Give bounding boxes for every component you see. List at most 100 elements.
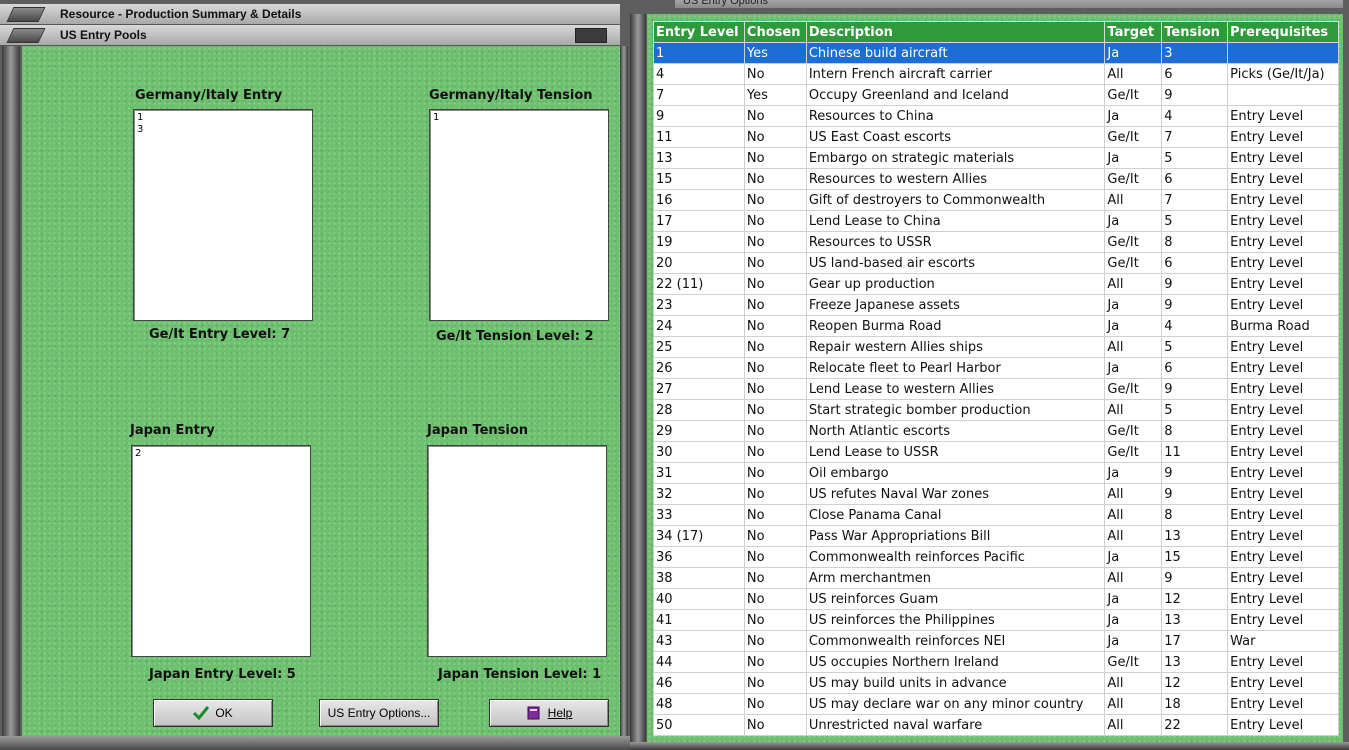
- tension-cell: 9: [1161, 462, 1229, 484]
- table-row[interactable]: 41 No US reinforces the Philippines Ja 13 Ent…: [653, 609, 1339, 631]
- jp-entry-list[interactable]: 2: [131, 445, 311, 657]
- tension-cell: 9: [1161, 378, 1229, 400]
- table-row[interactable]: 32 No US refutes Naval War zones All 9 Entry …: [653, 483, 1339, 505]
- list-item[interactable]: 1: [137, 112, 309, 124]
- table-row[interactable]: 13 No Embargo on strategic materials Ja 5 Ent…: [653, 147, 1339, 169]
- chosen-cell: Yes: [743, 42, 807, 64]
- entry-level-cell: 20: [653, 252, 745, 274]
- table-row[interactable]: 46 No US may build units in advance All 12 En…: [653, 672, 1339, 694]
- tension-cell: 7: [1161, 126, 1229, 148]
- ok-button[interactable]: OK: [153, 699, 273, 727]
- tension-cell: 4: [1161, 315, 1229, 337]
- tension-cell: 8: [1161, 504, 1229, 526]
- prerequisites-cell: [1227, 42, 1339, 64]
- us-entry-options-button[interactable]: US Entry Options...: [319, 699, 439, 727]
- gi-tension-title: Germany/Italy Tension: [429, 88, 593, 103]
- entry-level-cell: 15: [653, 168, 745, 190]
- table-row[interactable]: 9 No Resources to China Ja 4 Entry Level: [653, 105, 1339, 127]
- description-cell: Gift of destroyers to Commonwealth: [805, 189, 1106, 211]
- entry-level-cell: 50: [653, 714, 745, 736]
- chosen-cell: No: [743, 294, 807, 316]
- table-row[interactable]: 19 No Resources to USSR Ge/It 8 Entry Level: [653, 231, 1339, 253]
- table-row[interactable]: 4 No Intern French aircraft carrier All 6 Pic…: [653, 63, 1339, 85]
- table-row[interactable]: 34 (17) No Pass War Appropriations Bill All…: [653, 525, 1339, 547]
- table-row[interactable]: 22 (11) No Gear up production All 9 Entry Lev…: [653, 273, 1339, 295]
- tension-cell: 6: [1161, 63, 1229, 85]
- table-row[interactable]: 23 No Freeze Japanese assets Ja 9 Entry Level: [653, 294, 1339, 316]
- target-cell: Ja: [1104, 630, 1163, 652]
- target-cell: Ge/It: [1104, 168, 1163, 190]
- entry-level-cell: 17: [653, 210, 745, 232]
- tension-cell: 8: [1161, 231, 1229, 253]
- entry-level-cell: 19: [653, 231, 745, 253]
- table-row[interactable]: 24 No Reopen Burma Road Ja 4 Burma Road: [653, 315, 1339, 337]
- jp-tension-list[interactable]: [427, 445, 607, 657]
- table-row[interactable]: 11 No US East Coast escorts Ge/It 7 Entry Lev…: [653, 126, 1339, 148]
- prerequisites-cell: Entry Level: [1227, 588, 1339, 610]
- table-row[interactable]: 31 No Oil embargo Ja 9 Entry Level: [653, 462, 1339, 484]
- prerequisites-cell: Picks (Ge/It/Ja): [1227, 63, 1339, 85]
- col-description[interactable]: Description: [805, 21, 1106, 43]
- table-row[interactable]: 40 No US reinforces Guam Ja 12 Entry Level: [653, 588, 1339, 610]
- description-cell: Resources to China: [805, 105, 1106, 127]
- table-row[interactable]: 33 No Close Panama Canal All 8 Entry Level: [653, 504, 1339, 526]
- target-cell: Ge/It: [1104, 252, 1163, 274]
- jp-tension-title: Japan Tension: [427, 423, 529, 438]
- tension-cell: 5: [1161, 210, 1229, 232]
- table-row[interactable]: 20 No US land-based air escorts Ge/It 6 Entry…: [653, 252, 1339, 274]
- table-row[interactable]: 16 No Gift of destroyers to Commonwealth Al…: [653, 189, 1339, 211]
- table-row[interactable]: 38 No Arm merchantmen All 9 Entry Level: [653, 567, 1339, 589]
- col-entry-level[interactable]: Entry Level: [653, 21, 745, 43]
- panel-menu-icon[interactable]: [6, 28, 46, 43]
- table-row[interactable]: 43 No Commonwealth reinforces NEI Ja 17 War: [653, 630, 1339, 652]
- panel-titlebar[interactable]: US Entry Pools: [0, 25, 620, 46]
- table-row[interactable]: 50 No Unrestricted naval warfare All 22 Entry…: [653, 714, 1339, 736]
- options-window-title[interactable]: US Entry Options: [675, 0, 1343, 8]
- target-cell: Ja: [1104, 147, 1163, 169]
- gi-tension-list[interactable]: 1: [429, 109, 609, 321]
- gi-entry-list[interactable]: 1 3: [133, 109, 313, 321]
- table-row[interactable]: 29 No North Atlantic escorts Ge/It 8 Entry Le…: [653, 420, 1339, 442]
- table-row[interactable]: 15 No Resources to western Allies Ge/It 6 Ent…: [653, 168, 1339, 190]
- col-tension[interactable]: Tension: [1161, 21, 1229, 43]
- chosen-cell: No: [743, 147, 807, 169]
- list-item[interactable]: 3: [137, 124, 309, 136]
- table-header-row: Entry Level Chosen Description Target Te…: [653, 21, 1339, 43]
- panel-close-icon[interactable]: [575, 28, 607, 43]
- help-button[interactable]: Help: [489, 699, 609, 727]
- tension-cell: 9: [1161, 567, 1229, 589]
- entry-level-cell: 31: [653, 462, 745, 484]
- list-item[interactable]: 1: [433, 112, 605, 124]
- target-cell: Ge/It: [1104, 84, 1163, 106]
- checkmark-icon: [193, 706, 210, 720]
- table-row[interactable]: 28 No Start strategic bomber production All…: [653, 399, 1339, 421]
- col-chosen[interactable]: Chosen: [743, 21, 807, 43]
- tension-cell: 5: [1161, 399, 1229, 421]
- prerequisites-cell: Entry Level: [1227, 609, 1339, 631]
- entry-level-cell: 41: [653, 609, 745, 631]
- description-cell: Embargo on strategic materials: [805, 147, 1106, 169]
- list-item[interactable]: 2: [135, 448, 307, 460]
- window-titlebar[interactable]: Resource - Production Summary & Details: [0, 4, 620, 25]
- table-row[interactable]: 44 No US occupies Northern Ireland Ge/It 13 E…: [653, 651, 1339, 673]
- table-row[interactable]: 30 No Lend Lease to USSR Ge/It 11 Entry Level: [653, 441, 1339, 463]
- chosen-cell: No: [743, 399, 807, 421]
- target-cell: All: [1104, 693, 1163, 715]
- prerequisites-cell: Entry Level: [1227, 147, 1339, 169]
- table-row[interactable]: 25 No Repair western Allies ships All 5 Entry…: [653, 336, 1339, 358]
- table-row[interactable]: 26 No Relocate fleet to Pearl Harbor Ja 6 Ent…: [653, 357, 1339, 379]
- description-cell: Close Panama Canal: [805, 504, 1106, 526]
- prerequisites-cell: Entry Level: [1227, 294, 1339, 316]
- table-row[interactable]: 48 No US may declare war on any minor coun…: [653, 693, 1339, 715]
- table-row[interactable]: 1 Yes Chinese build aircraft Ja 3: [653, 42, 1339, 64]
- col-prerequisites[interactable]: Prerequisites: [1227, 21, 1339, 43]
- window-menu-icon[interactable]: [6, 7, 46, 22]
- table-row[interactable]: 27 No Lend Lease to western Allies Ge/It 9 En…: [653, 378, 1339, 400]
- help-button-label: Help: [547, 706, 573, 720]
- col-target[interactable]: Target: [1104, 21, 1163, 43]
- table-row[interactable]: 7 Yes Occupy Greenland and Iceland Ge/It 9: [653, 84, 1339, 106]
- tension-cell: 15: [1161, 546, 1229, 568]
- table-row[interactable]: 36 No Commonwealth reinforces Pacific Ja 15 E…: [653, 546, 1339, 568]
- entry-pools-window: Resource - Production Summary & Details …: [0, 0, 630, 750]
- table-row[interactable]: 17 No Lend Lease to China Ja 5 Entry Level: [653, 210, 1339, 232]
